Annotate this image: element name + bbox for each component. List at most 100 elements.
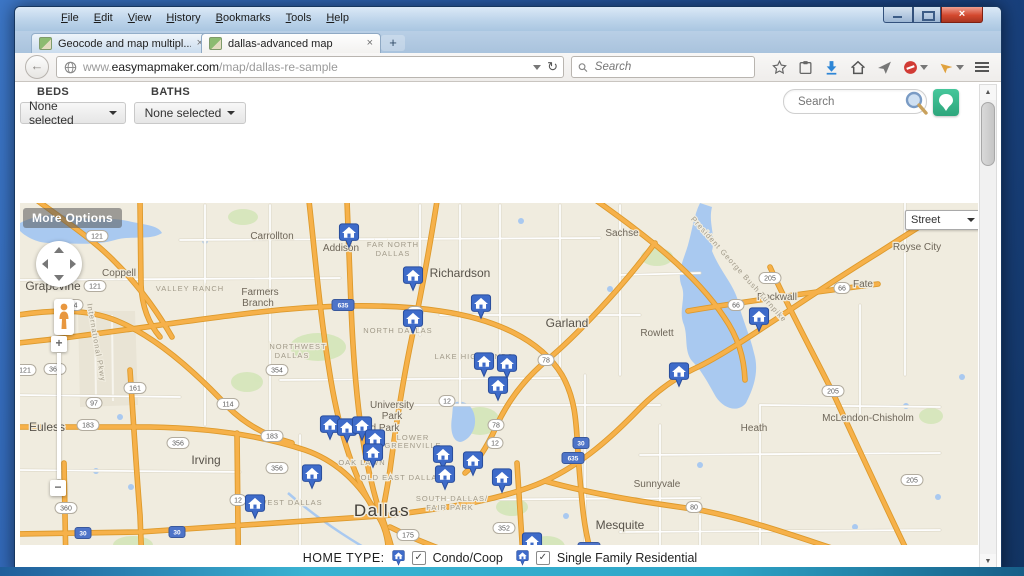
new-tab-button[interactable]: + <box>381 35 405 51</box>
chevron-down-icon <box>109 111 117 115</box>
tab-dallas-map[interactable]: dallas-advanced map × <box>201 33 381 53</box>
route-shield: 205 <box>759 273 781 284</box>
tab-label: dallas-advanced map <box>228 38 333 50</box>
browser-search-input[interactable] <box>593 60 748 74</box>
browser-search-box[interactable] <box>571 56 755 78</box>
scroll-thumb[interactable] <box>981 102 995 166</box>
zoom-out-button[interactable]: − <box>50 480 66 496</box>
home-icon[interactable] <box>850 60 866 75</box>
single-family-marker-icon <box>516 550 529 566</box>
tab-favicon-icon <box>209 37 222 50</box>
svg-text:97: 97 <box>90 401 98 408</box>
svg-text:352: 352 <box>498 526 510 533</box>
svg-text:635: 635 <box>338 303 349 310</box>
url-dropdown-icon[interactable] <box>533 65 541 70</box>
map-label: NORTH DALLAS <box>363 326 432 335</box>
minimize-button[interactable] <box>883 7 913 23</box>
navigation-toolbar: ← www.easymapmaker.com/map/dallas-re-sam… <box>15 53 1001 82</box>
menu-tools[interactable]: Tools <box>286 12 312 24</box>
pegman-icon <box>58 303 70 331</box>
page-content: BEDS None selected BATHS None selected <box>15 82 1001 576</box>
page-scrollbar[interactable]: ▲ ▼ <box>979 84 997 570</box>
map-label: Park <box>382 411 404 422</box>
pan-control[interactable] <box>36 241 82 287</box>
share-icon[interactable] <box>877 60 892 75</box>
scroll-up-button[interactable]: ▲ <box>980 85 996 100</box>
pan-right-icon[interactable] <box>70 259 76 269</box>
svg-text:635: 635 <box>568 456 579 463</box>
route-shield: 356 <box>266 463 288 474</box>
more-options-button[interactable]: More Options <box>23 208 122 228</box>
map-type-value: Street <box>911 214 940 226</box>
pan-left-icon[interactable] <box>42 259 48 269</box>
zoom-slider[interactable] <box>57 353 61 479</box>
bookmark-star-icon[interactable] <box>772 60 787 75</box>
zoom-in-button[interactable]: + <box>51 336 67 352</box>
map-label: FAR NORTH <box>367 240 419 249</box>
menu-help[interactable]: Help <box>326 12 349 24</box>
route-shield: 183 <box>261 431 283 442</box>
back-button[interactable]: ← <box>25 55 49 79</box>
map-label: NORTHWEST <box>269 342 326 351</box>
svg-text:356: 356 <box>271 466 283 473</box>
pan-down-icon[interactable] <box>54 275 64 281</box>
svg-text:121: 121 <box>89 284 101 291</box>
extension-button[interactable] <box>939 60 964 75</box>
route-shield: 78 <box>488 420 504 431</box>
menu-view[interactable]: View <box>128 12 152 24</box>
interstate-shield: 30 <box>169 527 185 538</box>
route-shield: 12 <box>230 495 246 506</box>
downloads-icon[interactable] <box>824 60 839 75</box>
menu-bookmarks[interactable]: Bookmarks <box>216 12 271 24</box>
menu-hamburger-icon[interactable] <box>975 60 989 74</box>
bottom-edge-strip <box>0 567 1024 576</box>
easymapmaker-logo <box>933 89 959 116</box>
menu-history[interactable]: History <box>166 12 200 24</box>
svg-text:360: 360 <box>60 506 72 513</box>
map-label: Richardson <box>430 266 491 280</box>
baths-dropdown-value: None selected <box>145 106 222 120</box>
map-label: Farmers <box>241 287 278 298</box>
svg-text:114: 114 <box>222 402 233 409</box>
single-family-checkbox[interactable]: ✓ <box>536 551 550 565</box>
route-shield: 360 <box>55 503 77 514</box>
reload-icon[interactable]: ↻ <box>547 59 558 75</box>
svg-text:12: 12 <box>443 399 451 406</box>
map-label: FAIR PARK <box>426 503 474 512</box>
baths-dropdown[interactable]: None selected <box>134 102 246 124</box>
svg-text:205: 205 <box>827 389 839 396</box>
condo-checkbox[interactable]: ✓ <box>412 551 426 565</box>
svg-text:183: 183 <box>266 434 278 441</box>
map-search-input[interactable] <box>796 95 914 109</box>
route-shield: 66 <box>834 283 850 294</box>
logo-marker-icon <box>937 93 955 112</box>
menu-file[interactable]: File <box>61 12 79 24</box>
route-shield: 354 <box>266 365 288 376</box>
svg-text:12: 12 <box>491 441 499 448</box>
pan-up-icon[interactable] <box>54 247 64 253</box>
title-bar: File Edit View History Bookmarks Tools H… <box>15 7 1001 31</box>
map-label: VALLEY RANCH <box>156 284 224 293</box>
svg-text:205: 205 <box>906 478 918 485</box>
svg-text:161: 161 <box>129 386 141 393</box>
tab-geocode[interactable]: Geocode and map multipl... × <box>31 33 211 53</box>
street-view-pegman[interactable] <box>54 299 74 335</box>
url-bar[interactable]: www.easymapmaker.com/map/dallas-re-sampl… <box>56 56 564 78</box>
route-shield: 121 <box>84 281 106 292</box>
map-label: Branch <box>242 298 274 309</box>
tab-close-icon[interactable]: × <box>367 38 373 49</box>
menu-edit[interactable]: Edit <box>94 12 113 24</box>
maximize-button[interactable] <box>913 7 941 23</box>
beds-dropdown[interactable]: None selected <box>20 102 126 124</box>
bookmarks-panel-icon[interactable] <box>798 60 813 75</box>
map-search-icon[interactable] <box>903 90 929 116</box>
map-type-dropdown[interactable]: Street <box>905 210 978 230</box>
close-button[interactable]: × <box>941 7 983 23</box>
home-type-label: HOME TYPE: <box>303 551 385 565</box>
map-label: OLD EAST DALLAS <box>361 473 444 482</box>
adblock-icon <box>903 60 918 75</box>
route-shield: 121 <box>20 365 36 376</box>
map-canvas[interactable]: 1211211141213609718316111418335635435612… <box>20 203 978 576</box>
route-shield: 205 <box>822 386 844 397</box>
adblock-button[interactable] <box>903 60 928 75</box>
